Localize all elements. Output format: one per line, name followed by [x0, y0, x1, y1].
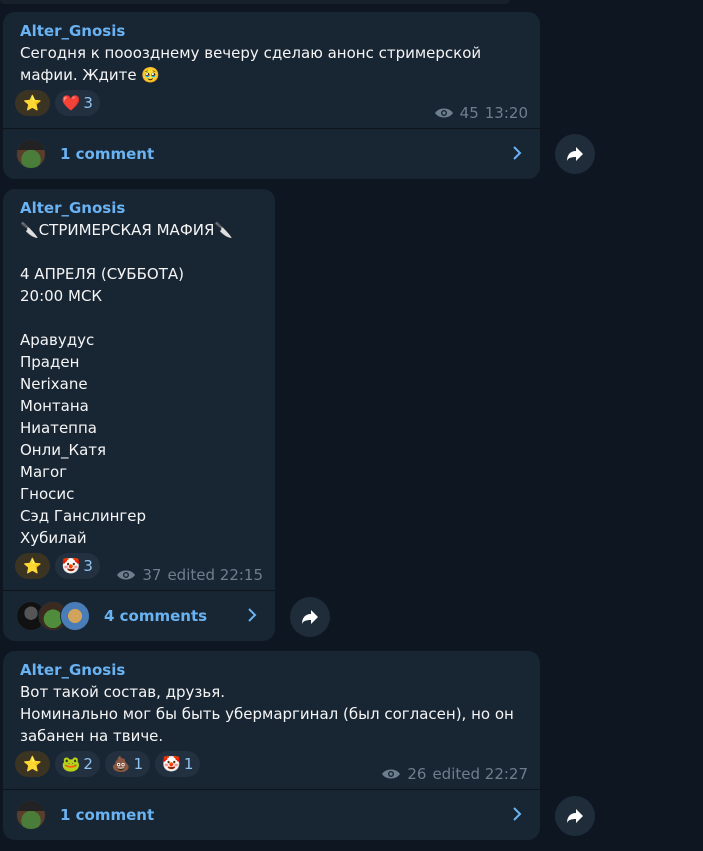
- avatar: [16, 139, 46, 169]
- avatar: [16, 800, 46, 830]
- message-bubble[interactable]: Alter_Gnosis Сегодня к пооозднему вечеру…: [3, 12, 540, 179]
- reaction-chip-joker[interactable]: 🤡 3: [54, 553, 100, 579]
- view-count: 26: [407, 765, 427, 783]
- message-bubble[interactable]: Alter_Gnosis Вот такой состав, друзья. Н…: [3, 651, 540, 840]
- poop-icon: 💩: [111, 754, 131, 773]
- message-text: 🔪СТРИМЕРСКАЯ МАФИЯ🔪 4 АПРЕЛЯ (СУББОТА) 2…: [20, 221, 234, 547]
- message-meta: 26 edited 22:27: [381, 765, 528, 783]
- author-name[interactable]: Alter_Gnosis: [20, 20, 530, 42]
- star-icon: ⭐: [23, 93, 42, 112]
- chevron-right-icon: [248, 608, 257, 622]
- message-bubble[interactable]: Alter_Gnosis 🔪СТРИМЕРСКАЯ МАФИЯ🔪 4 АПРЕЛ…: [3, 189, 275, 641]
- author-name[interactable]: Alter_Gnosis: [20, 659, 530, 681]
- reaction-count: 3: [83, 94, 93, 112]
- share-button[interactable]: [555, 134, 595, 174]
- message-text: Вот такой состав, друзья. Номинально мог…: [20, 683, 514, 745]
- comments-bar[interactable]: 1 comment: [3, 128, 540, 179]
- clown-icon: 🤡: [162, 754, 181, 773]
- star-icon: ⭐: [23, 754, 42, 773]
- share-icon: [302, 610, 318, 624]
- commenter-avatars: [16, 601, 90, 631]
- message-time: edited 22:27: [432, 765, 528, 783]
- message-time: 13:20: [484, 104, 528, 122]
- share-button[interactable]: [290, 597, 330, 637]
- previous-message-edge: [0, 0, 510, 4]
- reaction-chip-frog[interactable]: 🐸 2: [54, 751, 100, 777]
- comments-bar[interactable]: 4 comments: [3, 590, 275, 641]
- frog-icon: 🐸: [61, 754, 81, 773]
- avatar: [60, 601, 90, 631]
- view-count: 37: [142, 566, 162, 584]
- joker-sticker-icon: 🤡: [61, 556, 81, 575]
- reaction-count: 3: [83, 557, 93, 575]
- message-time: edited 22:15: [167, 566, 263, 584]
- eye-icon: [117, 570, 136, 580]
- comments-label[interactable]: 1 comment: [60, 806, 154, 824]
- author-name[interactable]: Alter_Gnosis: [20, 197, 265, 219]
- chevron-right-icon: [513, 146, 522, 160]
- reaction-chip-heart[interactable]: ❤️ 3: [54, 90, 100, 116]
- comments-label[interactable]: 4 comments: [104, 607, 207, 625]
- reaction-chip-star[interactable]: ⭐: [15, 90, 50, 116]
- message-text: Сегодня к пооозднему вечеру сделаю анонс…: [20, 44, 482, 84]
- reaction-count: 2: [83, 755, 93, 773]
- reaction-count: 1: [133, 755, 144, 773]
- reaction-chip-clown[interactable]: 🤡 1: [155, 751, 201, 777]
- comments-label[interactable]: 1 comment: [60, 145, 154, 163]
- reaction-chip-poop[interactable]: 💩 1: [104, 751, 151, 777]
- message-meta: 37 edited 22:15: [116, 566, 263, 584]
- share-icon: [567, 147, 583, 161]
- share-button[interactable]: [555, 796, 595, 836]
- chevron-right-icon: [513, 807, 522, 821]
- heart-icon: ❤️: [61, 93, 81, 112]
- reaction-count: 1: [183, 755, 194, 773]
- eye-icon: [382, 769, 401, 779]
- reaction-chip-star[interactable]: ⭐: [15, 751, 50, 777]
- view-count: 45: [459, 104, 479, 122]
- comments-bar[interactable]: 1 comment: [3, 789, 540, 840]
- eye-icon: [434, 108, 453, 118]
- star-icon: ⭐: [23, 556, 42, 575]
- share-icon: [567, 809, 583, 823]
- message-meta: 45 13:20: [434, 104, 528, 122]
- reaction-chip-star[interactable]: ⭐: [15, 553, 50, 579]
